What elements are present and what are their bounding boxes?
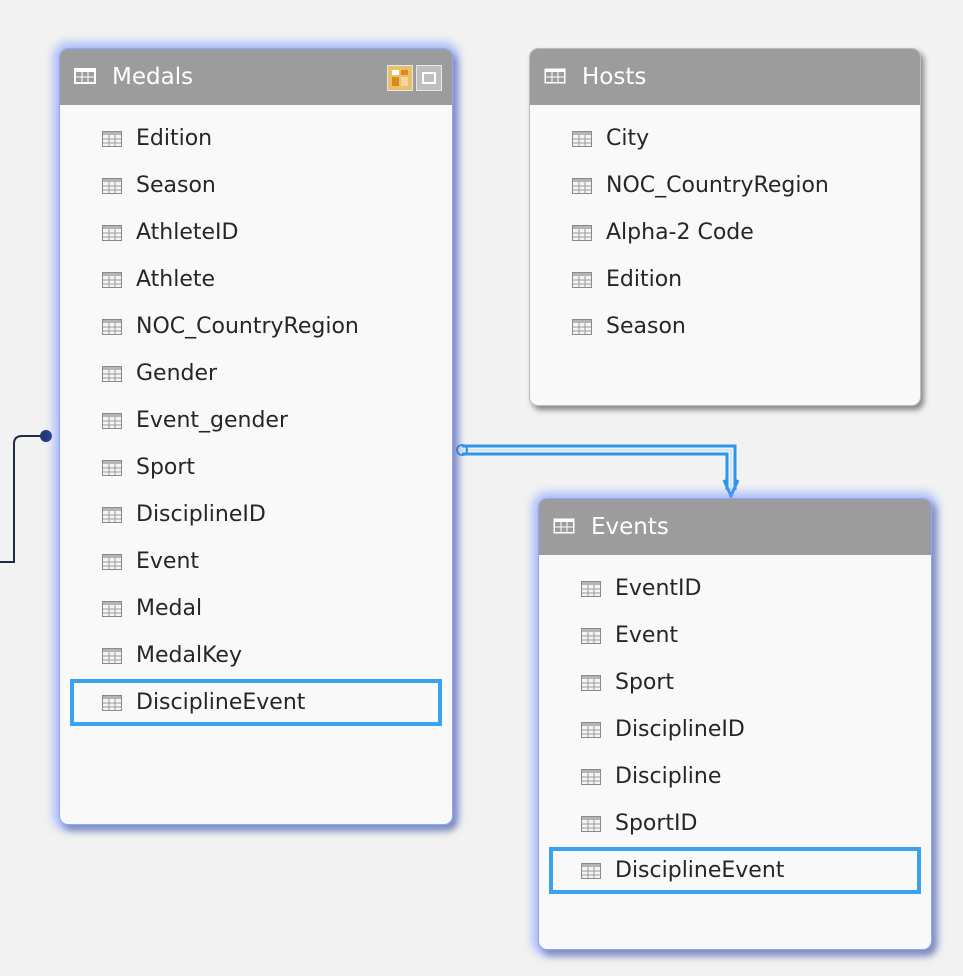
table-icon <box>553 514 575 540</box>
field-label: Alpha-2 Code <box>606 220 754 245</box>
column-icon <box>102 365 122 382</box>
column-icon <box>572 318 592 335</box>
table-icon <box>544 64 566 90</box>
field-row[interactable]: Season <box>530 303 920 350</box>
table-card-hosts[interactable]: Hosts City NOC_CountryRegion Alpha-2 Code E… <box>529 48 921 406</box>
field-label: NOC_CountryRegion <box>606 173 829 198</box>
table-title: Medals <box>112 64 194 90</box>
field-label: Event <box>615 623 679 648</box>
field-list-medals: Edition Season AthleteID Athlete NOC_Country… <box>60 105 452 726</box>
column-icon <box>102 600 122 617</box>
field-row[interactable]: Alpha-2 Code <box>530 209 920 256</box>
field-row[interactable]: Event <box>60 538 452 585</box>
field-row[interactable]: EventID <box>539 565 931 612</box>
field-row[interactable]: Season <box>60 162 452 209</box>
field-row[interactable]: NOC_CountryRegion <box>530 162 920 209</box>
column-icon <box>102 553 122 570</box>
field-row[interactable]: Medal <box>60 585 452 632</box>
field-row[interactable]: Gender <box>60 350 452 397</box>
column-icon <box>572 130 592 147</box>
column-icon <box>572 271 592 288</box>
column-icon <box>102 412 122 429</box>
field-list-hosts: City NOC_CountryRegion Alpha-2 Code Edition… <box>530 105 920 350</box>
field-label: DisciplineID <box>615 717 745 742</box>
table-icon <box>74 64 96 90</box>
field-label: MedalKey <box>136 643 242 668</box>
column-icon <box>581 768 601 785</box>
field-label: Event_gender <box>136 408 289 433</box>
field-label: Season <box>606 314 686 339</box>
relationship-line-left[interactable] <box>0 435 46 563</box>
table-title: Hosts <box>582 64 647 90</box>
field-row[interactable]: DisciplineID <box>60 491 452 538</box>
field-label: SportID <box>615 811 698 836</box>
column-icon <box>102 130 122 147</box>
field-row[interactable]: Sport <box>539 659 931 706</box>
field-row[interactable]: Discipline <box>539 753 931 800</box>
table-header-events[interactable]: Events <box>539 499 931 555</box>
column-icon <box>581 674 601 691</box>
relationship-endpoint-dot <box>40 430 52 442</box>
field-label: DisciplineID <box>136 502 266 527</box>
field-row[interactable]: Event <box>539 612 931 659</box>
field-label: Sport <box>615 670 675 695</box>
column-icon <box>102 506 122 523</box>
column-icon <box>581 721 601 738</box>
field-row-selected[interactable]: DisciplineEvent <box>549 847 921 894</box>
field-row[interactable]: Edition <box>530 256 920 303</box>
field-label: Athlete <box>136 267 216 292</box>
field-label: DisciplineEvent <box>136 690 306 715</box>
column-icon <box>102 177 122 194</box>
column-icon <box>581 815 601 832</box>
field-label: EventID <box>615 576 702 601</box>
field-row[interactable]: Event_gender <box>60 397 452 444</box>
field-label: NOC_CountryRegion <box>136 314 359 339</box>
diagram-canvas[interactable]: Medals Edition Season AthleteID Athlete … <box>0 0 963 976</box>
field-list-events: EventID Event Sport DisciplineID Discipline S… <box>539 555 931 894</box>
pivot-icon[interactable] <box>387 65 413 91</box>
column-icon <box>572 224 592 241</box>
field-label: Season <box>136 173 216 198</box>
table-title: Events <box>591 514 669 540</box>
field-row[interactable]: MedalKey <box>60 632 452 679</box>
field-label: Gender <box>136 361 218 386</box>
field-label: DisciplineEvent <box>615 858 785 883</box>
maximize-icon[interactable] <box>416 65 442 91</box>
field-row[interactable]: City <box>530 115 920 162</box>
field-row[interactable]: Athlete <box>60 256 452 303</box>
field-label: Event <box>136 549 200 574</box>
column-icon <box>572 177 592 194</box>
field-row[interactable]: Sport <box>60 444 452 491</box>
field-row-selected[interactable]: DisciplineEvent <box>70 679 442 726</box>
field-label: Discipline <box>615 764 722 789</box>
field-label: Edition <box>606 267 683 292</box>
field-row[interactable]: Edition <box>60 115 452 162</box>
field-row[interactable]: NOC_CountryRegion <box>60 303 452 350</box>
field-label: Sport <box>136 455 196 480</box>
table-card-events[interactable]: Events EventID Event Sport DisciplineID Disc… <box>538 498 932 950</box>
column-icon <box>102 647 122 664</box>
column-icon <box>102 459 122 476</box>
column-icon <box>581 627 601 644</box>
column-icon <box>581 580 601 597</box>
column-icon <box>581 862 601 879</box>
field-label: Medal <box>136 596 203 621</box>
column-icon <box>102 694 122 711</box>
field-row[interactable]: SportID <box>539 800 931 847</box>
table-header-medals[interactable]: Medals <box>60 49 452 105</box>
column-icon <box>102 224 122 241</box>
field-row[interactable]: AthleteID <box>60 209 452 256</box>
header-buttons <box>387 65 442 91</box>
table-header-hosts[interactable]: Hosts <box>530 49 920 105</box>
field-label: AthleteID <box>136 220 239 245</box>
column-icon <box>102 318 122 335</box>
table-card-medals[interactable]: Medals Edition Season AthleteID Athlete … <box>59 48 453 825</box>
field-row[interactable]: DisciplineID <box>539 706 931 753</box>
field-label: Edition <box>136 126 213 151</box>
column-icon <box>102 271 122 288</box>
field-label: City <box>606 126 650 151</box>
